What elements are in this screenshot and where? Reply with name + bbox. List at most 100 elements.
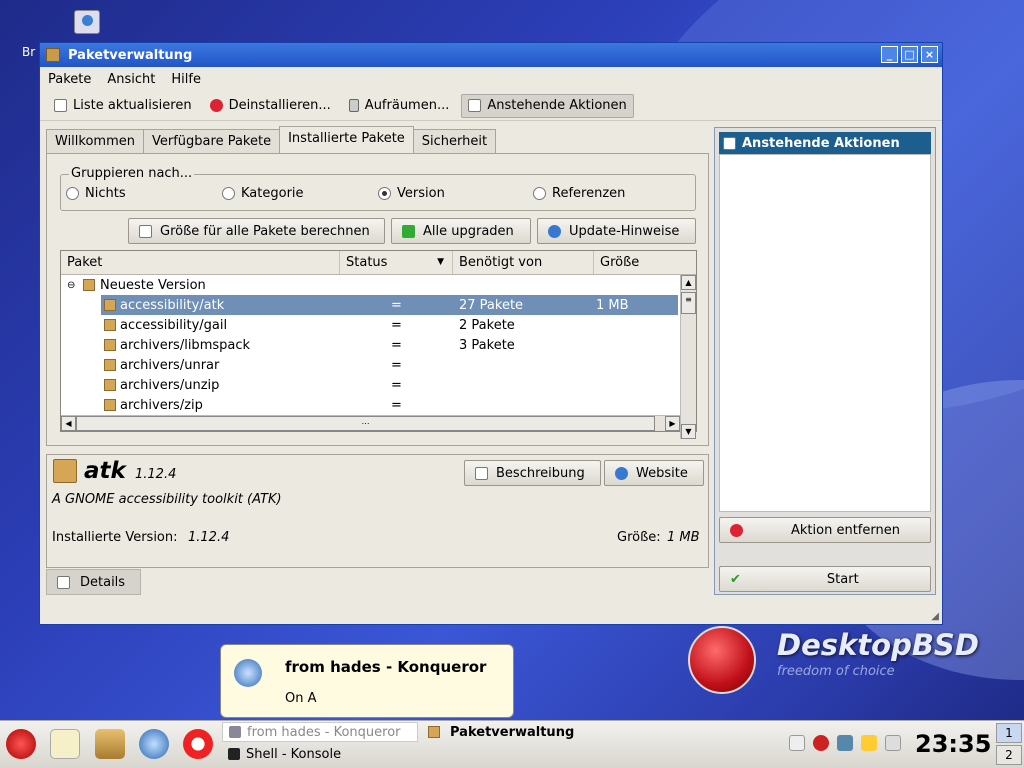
details-pane: atk 1.12.4 A GNOME accessibility toolkit… xyxy=(46,454,709,568)
radio-kategorie[interactable]: Kategorie xyxy=(222,186,304,201)
home-icon[interactable] xyxy=(95,729,125,759)
minimize-button[interactable]: _ xyxy=(881,46,898,63)
pending-actions-toggle[interactable]: Anstehende Aktionen xyxy=(461,93,634,118)
row-status: = xyxy=(391,317,402,333)
tab-welcome[interactable]: Willkommen xyxy=(46,129,144,153)
clock[interactable]: 23:35 xyxy=(915,730,991,758)
clipboard-icon[interactable] xyxy=(789,735,805,751)
konqueror-launcher-icon[interactable] xyxy=(139,729,169,759)
task-paketverwaltung[interactable]: Paketverwaltung xyxy=(422,722,580,742)
scroll-left-icon[interactable]: ◀ xyxy=(61,416,76,431)
calc-label: Größe für alle Pakete berechnen xyxy=(160,223,370,239)
uninstall-button[interactable]: Deinstallieren... xyxy=(204,94,337,118)
group-by-box: Gruppieren nach... Nichts Kategorie Vers… xyxy=(60,166,696,211)
task-konsole-label: Shell - Konsole xyxy=(246,746,342,762)
konqueror-task-icon xyxy=(229,726,241,738)
tab-bar: Willkommen Verfügbare Pakete Installiert… xyxy=(46,126,497,153)
close-button[interactable]: × xyxy=(921,46,938,63)
upgrade-all-button[interactable]: Alle upgraden xyxy=(391,218,531,244)
help-icon[interactable] xyxy=(183,729,213,759)
refresh-icon xyxy=(54,99,67,112)
col-paket[interactable]: Paket xyxy=(61,251,340,274)
scroll-right-icon[interactable]: ▶ xyxy=(665,416,680,431)
calc-size-button[interactable]: Größe für alle Pakete berechnen xyxy=(128,218,385,244)
package-description: A GNOME accessibility toolkit (ATK) xyxy=(52,492,282,507)
notification-popup[interactable]: from hades - Konqueror On A xyxy=(220,644,514,718)
table-row[interactable]: accessibility/gail = 2 Pakete xyxy=(61,315,696,335)
task-konsole[interactable]: Shell - Konsole xyxy=(222,744,347,764)
collapse-icon[interactable]: ⊖ xyxy=(67,280,75,291)
start-button[interactable]: ✔ Start xyxy=(719,566,931,592)
resize-grip-icon[interactable]: ◢ xyxy=(931,611,939,622)
tab-installed[interactable]: Installierte Pakete xyxy=(279,126,414,153)
radio-referenzen[interactable]: Referenzen xyxy=(533,186,625,201)
details-icon xyxy=(57,575,70,589)
pending-list[interactable] xyxy=(719,154,931,512)
horizontal-scrollbar[interactable]: ◀ ⋯ ▶ xyxy=(61,415,680,431)
scroll-thumb[interactable]: ≡ xyxy=(681,292,696,314)
update-notes-label: Update-Hinweise xyxy=(569,223,680,239)
package-name: atk xyxy=(84,458,126,484)
vertical-scrollbar[interactable]: ▲ ≡ ▼ xyxy=(680,275,696,439)
pending-title: Anstehende Aktionen xyxy=(742,135,900,151)
taskbar: from hades - Konqueror Paketverwaltung S… xyxy=(0,720,1024,768)
package-icon xyxy=(104,379,116,391)
pending-icon xyxy=(468,99,482,112)
title-bar[interactable]: Paketverwaltung _ □ × xyxy=(40,43,942,67)
cleanup-button[interactable]: Aufräumen... xyxy=(343,94,456,118)
list-header: Paket Status ▼ Benötigt von Größe xyxy=(61,251,696,275)
storage-icon[interactable] xyxy=(885,735,901,751)
table-row[interactable]: archivers/libmspack = 3 Pakete xyxy=(61,335,696,355)
scroll-up-icon[interactable]: ▲ xyxy=(681,275,696,290)
description-button[interactable]: Beschreibung xyxy=(464,460,601,486)
menu-hilfe[interactable]: Hilfe xyxy=(171,72,201,87)
radio-label: Nichts xyxy=(85,186,126,201)
menu-pakete[interactable]: Pakete xyxy=(48,72,91,87)
col-size[interactable]: Größe xyxy=(594,251,680,274)
konqueror-icon xyxy=(234,659,262,687)
table-row[interactable]: archivers/zip = xyxy=(61,395,696,415)
update-notes-button[interactable]: Update-Hinweise xyxy=(537,218,696,244)
pending-actions-pane: Anstehende Aktionen Aktion entfernen ✔ S… xyxy=(714,127,936,595)
website-button[interactable]: Website xyxy=(604,460,704,486)
table-row[interactable]: accessibility/atk = 27 Pakete 1 MB xyxy=(101,295,678,315)
start-menu-icon[interactable] xyxy=(6,729,36,759)
details-tab[interactable]: Details xyxy=(46,569,141,595)
table-row[interactable]: archivers/unzip = xyxy=(61,375,696,395)
description-label: Beschreibung xyxy=(496,465,585,481)
desktop-drive-icon[interactable] xyxy=(74,10,100,34)
website-label: Website xyxy=(636,465,688,481)
radio-version[interactable]: Version xyxy=(378,186,445,201)
col-status[interactable]: Status ▼ xyxy=(340,251,453,274)
menu-ansicht[interactable]: Ansicht xyxy=(107,72,155,87)
task-paketverwaltung-label: Paketverwaltung xyxy=(450,724,575,740)
audio-icon[interactable] xyxy=(813,735,829,751)
desktopbsd-logo-icon xyxy=(688,626,756,694)
scroll-down-icon[interactable]: ▼ xyxy=(681,424,696,439)
notification-body: On A xyxy=(285,691,317,706)
desktop-2-button[interactable]: 2 xyxy=(996,745,1022,765)
pending-label: Anstehende Aktionen xyxy=(487,98,627,113)
task-konqueror[interactable]: from hades - Konqueror xyxy=(222,722,418,742)
hscroll-thumb[interactable]: ⋯ xyxy=(76,416,655,431)
tab-available[interactable]: Verfügbare Pakete xyxy=(143,129,281,153)
package-icon xyxy=(104,299,116,311)
group-row[interactable]: ⊖ Neueste Version xyxy=(61,275,696,295)
tab-security[interactable]: Sicherheit xyxy=(412,129,497,153)
row-status: = xyxy=(391,377,402,393)
radio-label: Referenzen xyxy=(552,186,626,201)
lock-icon[interactable] xyxy=(861,735,877,751)
radio-label: Kategorie xyxy=(241,186,304,201)
network-icon[interactable] xyxy=(837,735,853,751)
radio-nichts[interactable]: Nichts xyxy=(66,186,126,201)
radio-indicator xyxy=(66,187,79,200)
size-value: 1 MB xyxy=(667,530,700,545)
editor-icon[interactable] xyxy=(50,729,80,759)
desktop-1-button[interactable]: 1 xyxy=(996,723,1022,743)
table-row[interactable]: archivers/unrar = xyxy=(61,355,696,375)
maximize-button[interactable]: □ xyxy=(901,46,918,63)
refresh-list-button[interactable]: Liste aktualisieren xyxy=(48,94,198,118)
col-required[interactable]: Benötigt von xyxy=(453,251,594,274)
package-manager-window: Paketverwaltung _ □ × Pakete Ansicht Hil… xyxy=(39,42,943,625)
remove-action-button[interactable]: Aktion entfernen xyxy=(719,517,931,543)
